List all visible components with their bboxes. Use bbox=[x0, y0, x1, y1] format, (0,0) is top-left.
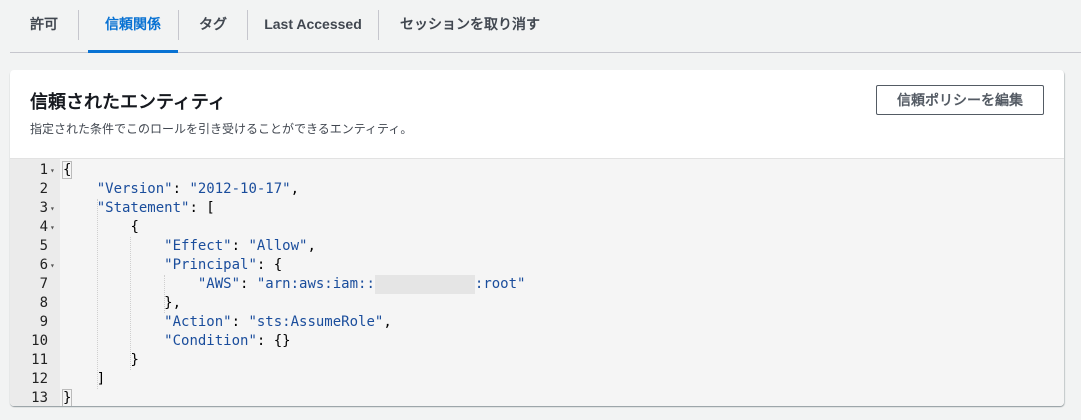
fold-toggle-icon[interactable]: ▾ bbox=[50, 218, 58, 237]
json-punctuation: , bbox=[307, 238, 316, 254]
json-separator: : bbox=[256, 333, 274, 349]
policy-code-editor[interactable]: 1 ▾ 2 3 ▾ 4 ▾ 5 6 ▾ 7 8 9 10 11 12 13 { "Version": "2012… bbox=[10, 158, 1064, 406]
code-line: { bbox=[63, 218, 139, 237]
tab-revoke-sessions[interactable]: セッションを取り消す bbox=[379, 0, 561, 52]
line-number: 1 bbox=[39, 162, 48, 178]
code-line: "Action": "sts:AssumeRole", bbox=[63, 313, 392, 332]
code-line: ] bbox=[63, 370, 105, 389]
panel-title: 信頼されたエンティティ bbox=[30, 92, 226, 112]
json-punctuation: [ bbox=[206, 200, 215, 216]
json-separator: : bbox=[240, 276, 257, 292]
line-number: 3 bbox=[39, 200, 48, 216]
json-punctuation: } bbox=[130, 352, 139, 368]
json-key: "Effect" bbox=[164, 238, 232, 254]
json-separator: : bbox=[172, 181, 190, 197]
tab-trust-relationships[interactable]: 信頼関係 bbox=[88, 0, 178, 53]
line-number: 5 bbox=[39, 238, 48, 254]
line-number: 8 bbox=[39, 295, 48, 311]
code-line: "Condition": {} bbox=[63, 332, 291, 351]
panel-description: 指定された条件でこのロールを引き受けることができるエンティティ。 bbox=[30, 122, 413, 136]
json-punctuation: {} bbox=[273, 333, 291, 349]
fold-toggle-icon[interactable]: ▾ bbox=[50, 256, 58, 275]
json-punctuation: { bbox=[61, 161, 73, 179]
fold-toggle-icon[interactable]: ▾ bbox=[50, 199, 58, 218]
json-key: "Version" bbox=[96, 181, 173, 197]
json-punctuation: ] bbox=[96, 371, 106, 387]
json-key: "Statement" bbox=[96, 200, 190, 216]
json-value: "arn:aws:iam:: bbox=[256, 276, 375, 292]
json-key: "AWS" bbox=[197, 276, 241, 292]
json-key: "Action" bbox=[164, 314, 232, 330]
json-value: :root" bbox=[474, 276, 526, 292]
json-separator: : bbox=[231, 314, 249, 330]
code-line: }, bbox=[63, 294, 181, 313]
tab-permissions[interactable]: 許可 bbox=[10, 0, 78, 52]
trusted-entities-panel: 信頼されたエンティティ 指定された条件でこのロールを引き受けることができるエンテ… bbox=[10, 70, 1064, 406]
json-value: "sts:AssumeRole" bbox=[248, 314, 384, 330]
tab-tags[interactable]: タグ bbox=[179, 0, 247, 52]
code-line: } bbox=[61, 389, 73, 406]
json-key: "Condition" bbox=[164, 333, 257, 349]
json-separator: : bbox=[189, 200, 207, 216]
edit-trust-policy-button[interactable]: 信頼ポリシーを編集 bbox=[876, 85, 1044, 115]
json-value: "Allow" bbox=[248, 238, 308, 254]
json-punctuation: { bbox=[273, 257, 283, 273]
json-punctuation: , bbox=[290, 181, 300, 197]
code-line: "Version": "2012-10-17", bbox=[63, 180, 299, 199]
json-separator: : bbox=[256, 257, 274, 273]
line-number: 10 bbox=[31, 333, 48, 349]
line-number: 13 bbox=[31, 390, 48, 406]
code-line: { bbox=[61, 161, 73, 180]
code-line: "AWS": "arn:aws:iam:::root" bbox=[63, 275, 525, 294]
line-number: 2 bbox=[39, 181, 48, 197]
json-punctuation: }, bbox=[164, 295, 182, 311]
line-number: 6 bbox=[39, 257, 48, 273]
tab-bar: 許可 信頼関係 タグ Last Accessed セッションを取り消す bbox=[10, 0, 1081, 53]
json-punctuation: } bbox=[61, 389, 73, 406]
code-line: "Statement": [ bbox=[63, 199, 215, 218]
tab-divider bbox=[78, 10, 79, 40]
line-number: 4 bbox=[39, 219, 48, 235]
json-value: "2012-10-17" bbox=[189, 181, 291, 197]
redacted-account-id bbox=[374, 275, 475, 294]
code-line: "Principal": { bbox=[63, 256, 282, 275]
json-punctuation: { bbox=[130, 219, 139, 235]
line-number: 12 bbox=[31, 371, 48, 387]
line-number: 7 bbox=[39, 276, 48, 292]
json-separator: : bbox=[231, 238, 249, 254]
fold-toggle-icon[interactable]: ▾ bbox=[50, 161, 58, 180]
line-number: 9 bbox=[39, 314, 48, 330]
json-punctuation: , bbox=[383, 314, 392, 330]
json-key: "Principal" bbox=[164, 257, 257, 273]
code-line: } bbox=[63, 351, 139, 370]
code-line: "Effect": "Allow", bbox=[63, 237, 316, 256]
line-number: 11 bbox=[31, 352, 48, 368]
tab-last-accessed[interactable]: Last Accessed bbox=[248, 0, 378, 52]
